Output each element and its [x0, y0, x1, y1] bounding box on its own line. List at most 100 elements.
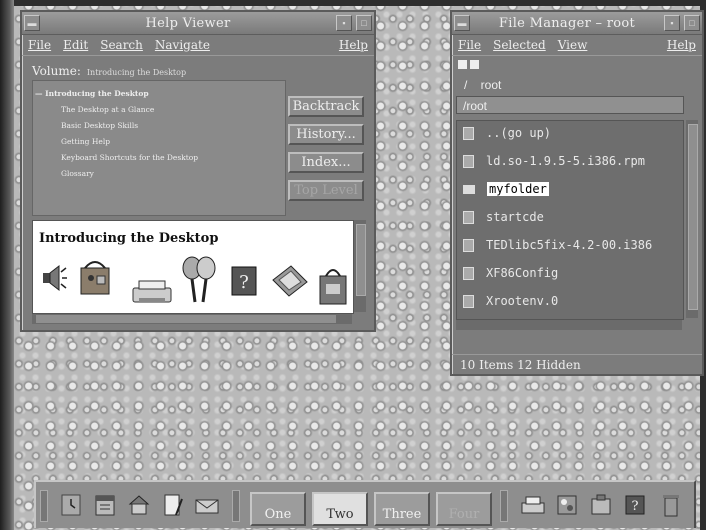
style-manager-icon[interactable] [554, 490, 580, 520]
help-viewer-window[interactable]: ▬ Help Viewer ▪ □ File Edit Search Navig… [20, 10, 376, 332]
file-name: Xrootenv.0 [486, 294, 559, 308]
menu-help[interactable]: Help [339, 38, 368, 52]
toc-item[interactable]: The Desktop at a Glance [61, 105, 154, 114]
file-list-vertical-scrollbar[interactable] [686, 120, 698, 318]
gift-bag-icon [75, 253, 115, 299]
file-row[interactable]: ..(go up) [463, 123, 551, 143]
scroll-thumb[interactable] [356, 224, 366, 296]
path-icon [458, 60, 467, 69]
printer-icon[interactable] [520, 490, 546, 520]
menu-search[interactable]: Search [100, 38, 143, 52]
file-name: startcde [486, 210, 544, 224]
mail-icon[interactable] [194, 490, 220, 520]
file-name-selected: myfolder [487, 182, 549, 196]
file-list[interactable]: ..(go up) ld.so-1.9.5-5.i386.rpm myfolde… [456, 120, 684, 320]
help-viewer-titlebar[interactable]: ▬ Help Viewer ▪ □ [22, 12, 374, 35]
toc-item[interactable]: Glossary [61, 169, 94, 178]
scroll-thumb[interactable] [36, 315, 336, 323]
help-book-icon: ? [229, 263, 259, 299]
file-name: XF86Config [486, 266, 559, 280]
backtrack-button[interactable]: Backtrack [288, 96, 364, 117]
help-manager-icon[interactable]: ? [622, 490, 648, 520]
content-vertical-scrollbar[interactable] [354, 220, 366, 312]
workspace-two-button[interactable]: Two [312, 492, 368, 526]
svg-text:?: ? [239, 272, 249, 293]
toc-item[interactable]: Getting Help [61, 137, 110, 146]
file-row[interactable]: myfolder [463, 179, 549, 199]
window-menu-button[interactable]: ▬ [24, 15, 40, 31]
file-icon [463, 266, 474, 280]
file-name: ld.so-1.9.5-5.i386.rpm [486, 154, 645, 168]
index-button[interactable]: Index... [288, 152, 364, 173]
up-folder-icon [463, 126, 474, 140]
maracas-icon [179, 253, 219, 307]
topic-tree[interactable]: — Introducing the Desktop The Desktop at… [32, 80, 286, 216]
file-row[interactable]: XF86Config [463, 263, 558, 283]
workspace-four-button[interactable]: Four [436, 492, 492, 526]
svg-text:?: ? [632, 499, 639, 514]
clock-icon[interactable] [58, 490, 84, 520]
file-row[interactable]: ld.so-1.9.5-5.i386.rpm [463, 151, 645, 171]
workspace-label: Three [382, 507, 422, 522]
menu-help[interactable]: Help [667, 38, 696, 52]
volume-label: Volume: Introducing the Desktop [32, 64, 186, 78]
file-manager-titlebar[interactable]: ▬ File Manager – root ▪ □ [452, 12, 702, 35]
scroll-thumb[interactable] [688, 124, 698, 310]
path-breadcrumb[interactable]: / root [464, 78, 501, 92]
toc-item[interactable]: — Introducing the Desktop [35, 89, 149, 98]
text-editor-icon[interactable] [160, 490, 186, 520]
volume-value: Introducing the Desktop [86, 68, 187, 77]
help-viewer-title: Help Viewer [145, 15, 231, 31]
menu-view[interactable]: View [558, 38, 588, 52]
menu-selected[interactable]: Selected [493, 38, 546, 52]
file-manager-menubar: File Selected View Help [452, 35, 702, 56]
file-row[interactable]: Xrootenv.0 [463, 291, 558, 311]
minimize-button[interactable]: ▪ [336, 15, 352, 31]
file-row[interactable]: TEDlibc5fix-4.2-00.i386 [463, 235, 652, 255]
top-level-button[interactable]: Top Level [288, 180, 364, 201]
file-list-horizontal-scrollbar[interactable] [456, 320, 682, 330]
home-folder-icon[interactable] [126, 490, 152, 520]
file-icon [463, 294, 474, 308]
workspace-label: One [264, 507, 292, 522]
path-icons [458, 60, 479, 69]
panel-divider [232, 490, 240, 522]
workspace-one-button[interactable]: One [250, 492, 306, 526]
panel-drag-handle[interactable] [40, 490, 48, 522]
maximize-button[interactable]: □ [684, 15, 700, 31]
file-manager-title: File Manager – root [498, 15, 636, 31]
menu-file[interactable]: File [458, 38, 481, 52]
workspace-three-button[interactable]: Three [374, 492, 430, 526]
menu-edit[interactable]: Edit [63, 38, 88, 52]
front-panel: One Two Three Four ? [34, 480, 696, 528]
file-manager-window[interactable]: ▬ File Manager – root ▪ □ File Selected … [450, 10, 704, 376]
file-name: TEDlibc5fix-4.2-00.i386 [486, 238, 653, 252]
path-icon [470, 60, 479, 69]
history-button[interactable]: History... [288, 124, 364, 145]
help-content-pane[interactable]: Introducing the Desktop ? [32, 220, 354, 314]
window-menu-button[interactable]: ▬ [454, 15, 470, 31]
workspace-label: Two [326, 507, 354, 522]
application-manager-icon[interactable] [588, 490, 614, 520]
toc-item[interactable]: Keyboard Shortcuts for the Desktop [61, 153, 198, 162]
toc-item[interactable]: Basic Desktop Skills [61, 121, 138, 130]
content-horizontal-scrollbar[interactable] [32, 314, 352, 324]
printer-icon [131, 277, 173, 307]
file-row[interactable]: startcde [463, 207, 544, 227]
menu-file[interactable]: File [28, 38, 51, 52]
mail-icon [269, 261, 309, 301]
minimize-button[interactable]: ▪ [664, 15, 680, 31]
content-heading: Introducing the Desktop [39, 231, 219, 246]
calendar-icon[interactable] [92, 490, 118, 520]
screen-frame-top [0, 0, 706, 6]
workspace-label: Four [448, 507, 480, 522]
menu-navigate[interactable]: Navigate [155, 38, 210, 52]
path-field[interactable]: /root [456, 96, 684, 114]
file-icon [463, 210, 474, 224]
help-viewer-menubar: File Edit Search Navigate Help [22, 35, 374, 56]
file-name: ..(go up) [486, 126, 552, 140]
path-display[interactable]: root [481, 78, 502, 92]
maximize-button[interactable]: □ [356, 15, 372, 31]
trash-icon[interactable] [658, 490, 684, 520]
panel-divider [500, 490, 508, 522]
